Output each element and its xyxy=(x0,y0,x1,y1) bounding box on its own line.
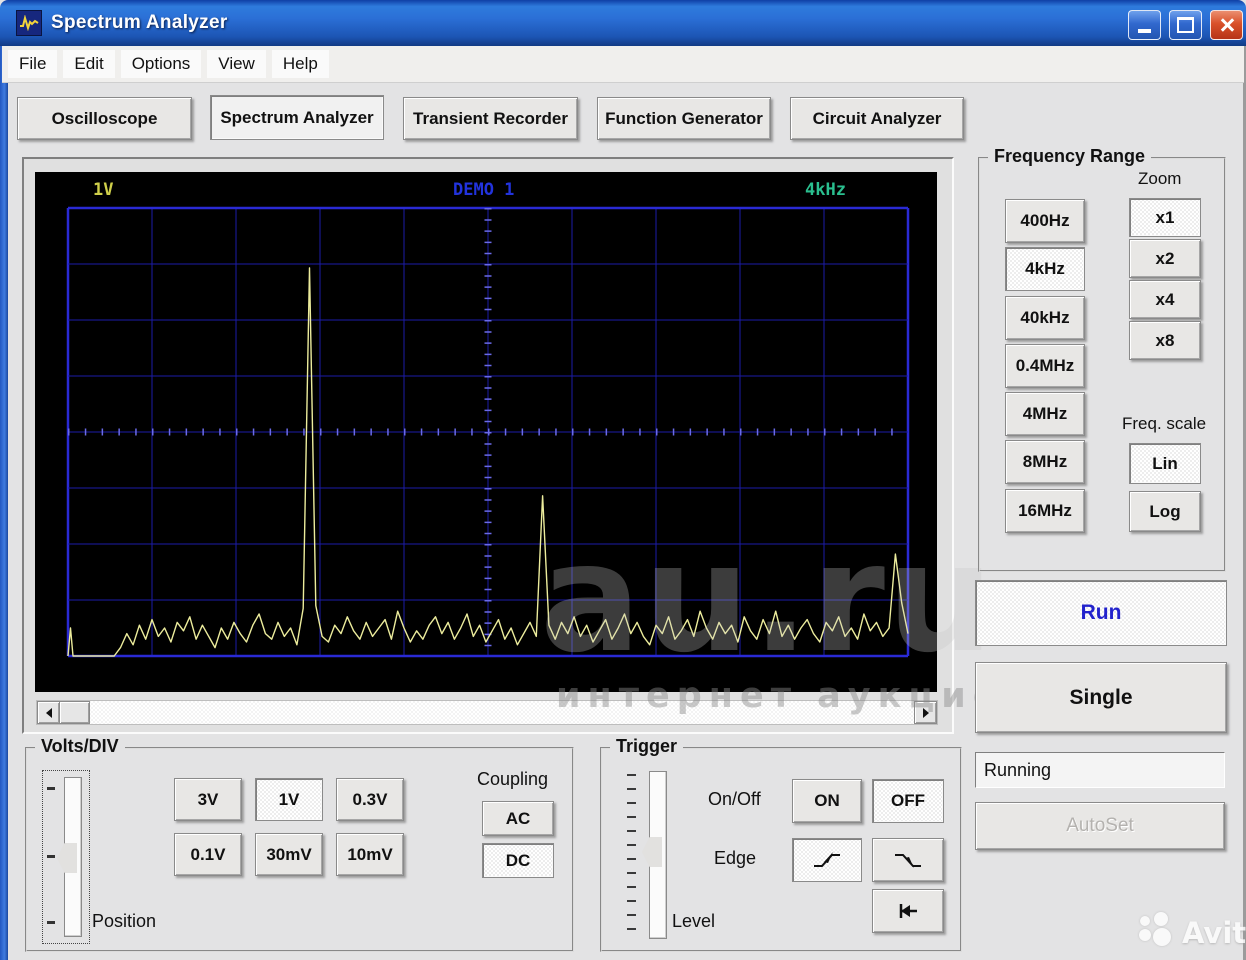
minimize-icon xyxy=(1138,29,1151,33)
slider-tick-bottom xyxy=(47,921,55,924)
maximize-icon xyxy=(1177,17,1194,33)
range-40khz-button[interactable]: 40kHz xyxy=(1005,296,1085,340)
freq-scale-log-button[interactable]: Log xyxy=(1129,491,1201,532)
scope-display: 1V DEMO 1 4kHz au.ru xyxy=(35,172,994,692)
slider-tick-mid xyxy=(47,855,55,858)
voltsdiv-30mv-button[interactable]: 30mV xyxy=(255,833,323,876)
range-400hz-button[interactable]: 400Hz xyxy=(1005,199,1085,243)
level-slider-thumb[interactable] xyxy=(642,837,662,867)
watermark-subtitle: интернет аукцион xyxy=(556,676,1036,716)
menu-file[interactable]: File xyxy=(8,50,58,78)
avito-logo-dot-4 xyxy=(1153,928,1171,946)
freq-scale-title: Freq. scale xyxy=(1122,414,1207,433)
trigger-reset-button[interactable] xyxy=(872,889,944,933)
window-title: Spectrum Analyzer xyxy=(51,12,228,33)
app-icon xyxy=(16,10,42,36)
status-field: Running xyxy=(975,752,1225,788)
voltsdiv-1v-button[interactable]: 1V xyxy=(255,778,323,821)
menu-edit[interactable]: Edit xyxy=(63,50,115,78)
freq-scale-lin-button[interactable]: Lin xyxy=(1129,443,1201,484)
tab-transient-recorder[interactable]: Transient Recorder xyxy=(403,97,578,140)
scroll-left-button[interactable] xyxy=(37,701,60,724)
app-window: Spectrum Analyzer File Edit Options View… xyxy=(0,0,1246,960)
volts-per-div-readout: 1V xyxy=(93,180,114,200)
zoom-x1-button[interactable]: x1 xyxy=(1129,198,1201,237)
single-button[interactable]: Single xyxy=(975,662,1227,733)
arrow-left-icon xyxy=(45,707,52,718)
display-panel: 1V DEMO 1 4kHz au.ru xyxy=(22,157,994,734)
trigger-falling-edge-button[interactable] xyxy=(872,838,944,882)
slider-tick-top xyxy=(47,787,55,790)
level-slider-ticks xyxy=(627,774,636,936)
scope-title: DEMO 1 xyxy=(453,180,515,200)
volts-div-group: Volts/DIV Position 3V 1V 0.3V 0.1V 30mV … xyxy=(25,736,574,952)
voltsdiv-01v-button[interactable]: 0.1V xyxy=(174,833,242,876)
voltsdiv-03v-button[interactable]: 0.3V xyxy=(336,778,404,821)
menu-help[interactable]: Help xyxy=(271,50,329,78)
coupling-title: Coupling xyxy=(477,769,549,789)
close-icon xyxy=(1219,17,1235,33)
avito-logo-dot-3 xyxy=(1139,929,1151,941)
frequency-range-title: Frequency Range xyxy=(988,146,1152,167)
minimize-button[interactable] xyxy=(1128,10,1161,40)
tab-circuit-analyzer[interactable]: Circuit Analyzer xyxy=(790,97,964,140)
trigger-off-button[interactable]: OFF xyxy=(872,779,944,823)
falling-edge-icon xyxy=(895,854,921,868)
watermark-site: au.ru xyxy=(540,512,996,686)
window-left-border xyxy=(0,46,8,960)
reset-to-start-icon xyxy=(899,904,917,918)
autoset-button[interactable]: AutoSet xyxy=(975,802,1225,850)
position-slider-thumb[interactable] xyxy=(57,843,77,873)
run-button[interactable]: Run xyxy=(975,580,1227,646)
title-bar[interactable]: Spectrum Analyzer xyxy=(0,0,1246,46)
trigger-onoff-label: On/Off xyxy=(708,789,761,809)
position-label: Position xyxy=(92,911,157,931)
avito-text: Avito xyxy=(1182,916,1246,950)
position-slider[interactable] xyxy=(42,770,90,944)
level-label: Level xyxy=(672,911,716,931)
menu-view[interactable]: View xyxy=(207,50,266,78)
coupling-ac-button[interactable]: AC xyxy=(482,801,554,836)
waveform-icon xyxy=(20,15,39,31)
close-button[interactable] xyxy=(1210,10,1243,40)
zoom-x8-button[interactable]: x8 xyxy=(1129,321,1201,360)
voltsdiv-3v-button[interactable]: 3V xyxy=(174,778,242,821)
range-8mhz-button[interactable]: 8MHz xyxy=(1005,440,1085,484)
zoom-x2-button[interactable]: x2 xyxy=(1129,239,1201,278)
frequency-range-readout: 4kHz xyxy=(805,180,846,200)
watermark-brand: Avito xyxy=(1138,910,1246,954)
range-4mhz-button[interactable]: 4MHz xyxy=(1005,392,1085,436)
trigger-on-button[interactable]: ON xyxy=(792,779,862,823)
avito-logo-dot-1 xyxy=(1140,916,1150,926)
trigger-edge-label: Edge xyxy=(714,848,757,868)
coupling-dc-button[interactable]: DC xyxy=(482,843,554,878)
zoom-title: Zoom xyxy=(1138,169,1182,188)
trigger-title: Trigger xyxy=(610,736,684,757)
trigger-group: Trigger Level On/Off ON OFF Edge xyxy=(600,736,962,952)
trigger-rising-edge-button[interactable] xyxy=(792,838,862,882)
zoom-x4-button[interactable]: x4 xyxy=(1129,280,1201,319)
range-16mhz-button[interactable]: 16MHz xyxy=(1005,489,1085,533)
frequency-range-group: Frequency Range 400Hz 4kHz 40kHz 0.4MHz … xyxy=(978,146,1226,572)
avito-logo-dot-2 xyxy=(1154,912,1168,926)
scrollbar-thumb[interactable] xyxy=(59,701,90,724)
menu-options[interactable]: Options xyxy=(120,50,202,78)
menu-bar: File Edit Options View Help xyxy=(2,46,1244,83)
range-4khz-button[interactable]: 4kHz xyxy=(1005,247,1085,291)
tab-spectrum-analyzer[interactable]: Spectrum Analyzer xyxy=(210,95,384,140)
tab-function-generator[interactable]: Function Generator xyxy=(597,97,771,140)
voltsdiv-10mv-button[interactable]: 10mV xyxy=(336,833,404,876)
tab-oscilloscope[interactable]: Oscilloscope xyxy=(17,97,192,140)
range-04mhz-button[interactable]: 0.4MHz xyxy=(1005,344,1085,388)
maximize-button[interactable] xyxy=(1169,10,1202,40)
rising-edge-icon xyxy=(814,852,840,867)
volts-div-title: Volts/DIV xyxy=(35,736,125,757)
